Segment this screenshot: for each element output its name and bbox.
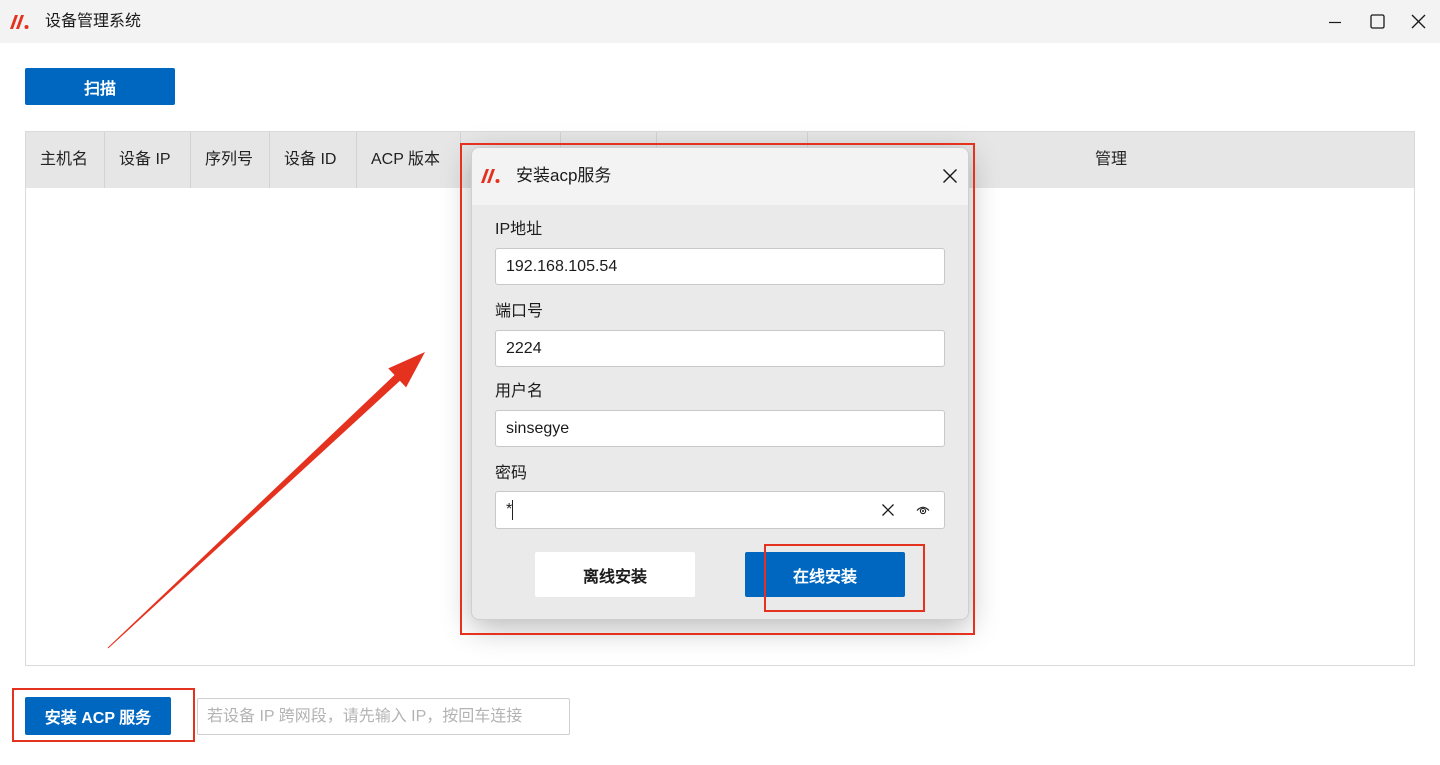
dialog-logo-icon [481, 169, 500, 183]
close-icon [1411, 14, 1426, 29]
clear-icon [882, 504, 894, 516]
minimize-button[interactable] [1314, 0, 1356, 43]
online-install-button[interactable]: 在线安装 [745, 552, 905, 597]
dialog-close-icon [943, 169, 957, 183]
title-bar: 设备管理系统 [0, 0, 1440, 43]
dialog-close-button[interactable] [936, 162, 964, 190]
username-label: 用户名 [495, 383, 544, 400]
column-header-serial[interactable]: 序列号 [191, 132, 270, 188]
maximize-button[interactable] [1356, 0, 1398, 43]
password-reveal-button[interactable] [913, 500, 933, 520]
dialog-header: 安装acp服务 [472, 148, 968, 205]
ip-address-input[interactable] [495, 248, 945, 285]
column-header-device-id[interactable]: 设备 ID [270, 132, 357, 188]
dialog-title: 安装acp服务 [516, 166, 612, 185]
maximize-icon [1369, 14, 1385, 29]
column-header-hostname[interactable]: 主机名 [26, 132, 105, 188]
username-input[interactable] [495, 410, 945, 447]
port-input[interactable] [495, 330, 945, 367]
column-header-device-ip[interactable]: 设备 IP [105, 132, 191, 188]
install-acp-dialog: 安装acp服务 IP地址 端口号 用户名 密码 [471, 147, 969, 620]
column-header-acp-version[interactable]: ACP 版本 [357, 132, 461, 188]
app-logo-icon [10, 15, 29, 29]
ip-address-label: IP地址 [495, 221, 543, 238]
password-label: 密码 [495, 465, 528, 482]
close-button[interactable] [1397, 0, 1440, 43]
offline-install-button[interactable]: 离线安装 [535, 552, 695, 597]
ip-connect-input[interactable] [197, 698, 570, 735]
password-clear-button[interactable] [878, 500, 898, 520]
install-acp-service-button[interactable]: 安装 ACP 服务 [25, 697, 171, 735]
text-caret [512, 500, 513, 520]
port-label: 端口号 [495, 303, 544, 320]
window-title: 设备管理系统 [45, 13, 142, 30]
password-field [495, 491, 945, 529]
scan-button[interactable]: 扫描 [25, 68, 175, 105]
eye-icon [916, 506, 930, 515]
minimize-icon [1329, 21, 1341, 23]
